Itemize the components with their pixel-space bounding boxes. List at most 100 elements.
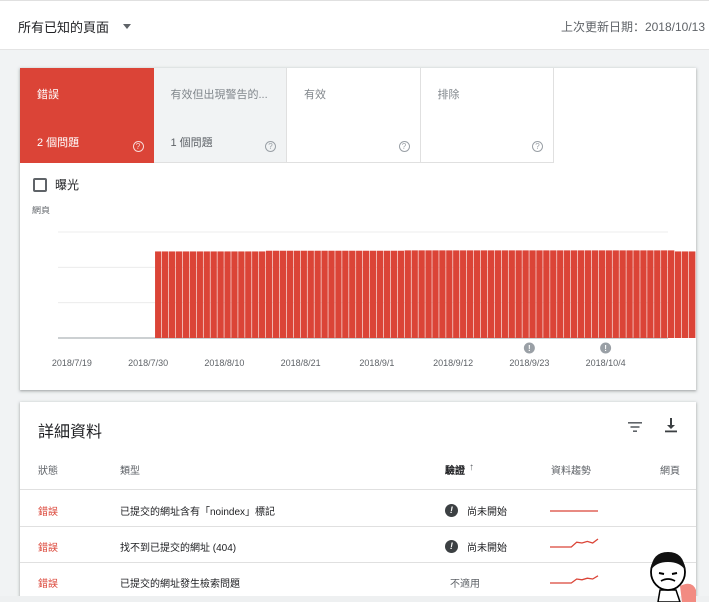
chart-bar (640, 250, 647, 338)
chart-bar (168, 251, 176, 338)
chart-bar (418, 250, 425, 338)
help-icon[interactable]: ? (265, 141, 276, 152)
chart-bar (363, 250, 370, 338)
column-validation[interactable]: 驗證 (445, 462, 465, 477)
chart-bar (522, 250, 529, 338)
row-type: 找不到已提交的網址 (404) (120, 543, 237, 554)
chart-bar (626, 250, 633, 338)
tile-valid-label: 有效 (304, 89, 326, 101)
chart-bar (425, 250, 432, 338)
chart-bar (681, 251, 689, 338)
y-axis-label: 網頁 (32, 206, 50, 215)
chart-bar (432, 250, 439, 338)
chart-bar (328, 250, 335, 338)
chart-bar (196, 251, 203, 338)
chart-bar (494, 250, 502, 338)
row-type: 已提交的網址發生檢索問題 (120, 579, 240, 590)
chart-bar (439, 250, 446, 338)
chart-bar (182, 251, 190, 338)
row-validation: ! 尚未開始 (445, 539, 507, 554)
chart-bar (314, 250, 321, 338)
chart-bar (633, 250, 640, 338)
filter-icon[interactable] (627, 420, 643, 434)
page-filter-dropdown[interactable]: 所有已知的頁面 (18, 17, 132, 36)
help-icon[interactable]: ? (132, 141, 144, 152)
chart-bar (661, 250, 668, 338)
chart-bar (674, 251, 682, 338)
chart-bar (584, 250, 592, 338)
chart-bar (557, 250, 564, 338)
table-row[interactable]: 錯誤 已提交的網址發生檢索問題 不適用 (20, 563, 696, 599)
tile-excluded-label: 排除 (437, 89, 460, 101)
x-tick-label: 2018/10/4 (586, 358, 626, 368)
chart-bar (473, 250, 481, 338)
chart-bar (619, 250, 626, 338)
chart-bar (189, 251, 197, 338)
chart-bar (245, 251, 252, 338)
tile-error[interactable]: 錯誤 2 個問題 ? (20, 68, 154, 163)
chart-bar (210, 251, 217, 338)
chart-bar (238, 251, 245, 338)
chart-bar (605, 250, 612, 338)
row-validation-text: 尚未開始 (467, 543, 507, 554)
tile-valid-with-warnings[interactable]: 有效但出現警告的... 1 個問題 ? (153, 68, 287, 163)
tile-valid[interactable]: 有效 ? (287, 68, 421, 163)
chart-bar (460, 250, 467, 338)
chart-bar (321, 250, 328, 338)
x-tick-label: 2018/7/19 (52, 358, 92, 368)
chart-bar (335, 250, 342, 338)
x-tick-label: 2018/9/1 (359, 358, 394, 368)
sparkline-line (550, 538, 599, 548)
column-pages[interactable]: 網頁 (660, 462, 680, 477)
chart-bar (453, 250, 460, 338)
table-row[interactable]: 錯誤 找不到已提交的網址 (404) ! 尚未開始 (20, 527, 696, 563)
chart-bar (161, 251, 169, 338)
pages-bar-chart: 網頁 2018/7/19 2018/7/30 2018/8/10 2018/8/21 20… (32, 206, 696, 368)
exposure-label: 曝光 (55, 178, 80, 192)
chart-bar (376, 250, 384, 338)
checkbox-icon[interactable] (33, 177, 47, 192)
chart-bar (570, 250, 578, 338)
column-type[interactable]: 類型 (120, 462, 140, 477)
chart-bar (508, 250, 515, 338)
chart-bar (397, 250, 404, 338)
chart-bar (231, 251, 238, 338)
last-updated-text: 上次更新日期：2018/10/13 (560, 20, 705, 34)
help-icon[interactable]: ? (532, 141, 543, 152)
chart-bar (155, 251, 162, 338)
chart-bar (356, 250, 363, 338)
row-validation-text: 不適用 (450, 579, 480, 590)
chart-bar (564, 250, 571, 338)
sort-ascending-icon[interactable]: ↑ (469, 462, 474, 473)
chart-bar (383, 250, 391, 338)
chart-bar (342, 250, 349, 338)
caret-down-icon (123, 24, 132, 29)
chart-bar (369, 250, 377, 338)
chart-bar (668, 250, 675, 338)
x-tick-label: 2018/7/30 (128, 358, 168, 368)
trend-sparkline (550, 575, 599, 584)
chart-bar (217, 251, 224, 338)
row-status: 錯誤 (38, 507, 58, 518)
chart-bar (536, 250, 543, 338)
row-validation: ! 尚未開始 (445, 503, 507, 518)
exposure-toggle[interactable]: 曝光 (33, 176, 79, 193)
chart-bar (224, 251, 231, 338)
tile-error-label: 錯誤 (37, 89, 59, 101)
row-status: 錯誤 (38, 543, 58, 554)
column-status[interactable]: 狀態 (38, 462, 58, 477)
chart-bar (307, 250, 314, 338)
tile-error-count: 2 個問題 (37, 137, 80, 149)
x-tick-label: 2018/9/12 (433, 358, 473, 368)
help-icon[interactable]: ? (398, 141, 410, 152)
chart-bar (411, 250, 418, 338)
tile-excluded[interactable]: 排除 ? (420, 68, 554, 163)
x-tick-label: 2018/9/23 (509, 358, 549, 368)
tile-warning-label: 有效但出現警告的... (170, 89, 268, 101)
trend-sparkline (550, 538, 599, 548)
chart-bar (286, 250, 294, 338)
chart-bar (577, 250, 585, 338)
download-icon[interactable] (663, 417, 679, 433)
table-row[interactable]: 錯誤 已提交的網址含有「noindex」標記 ! 尚未開始 (20, 491, 696, 527)
sparkline-line (550, 575, 599, 584)
